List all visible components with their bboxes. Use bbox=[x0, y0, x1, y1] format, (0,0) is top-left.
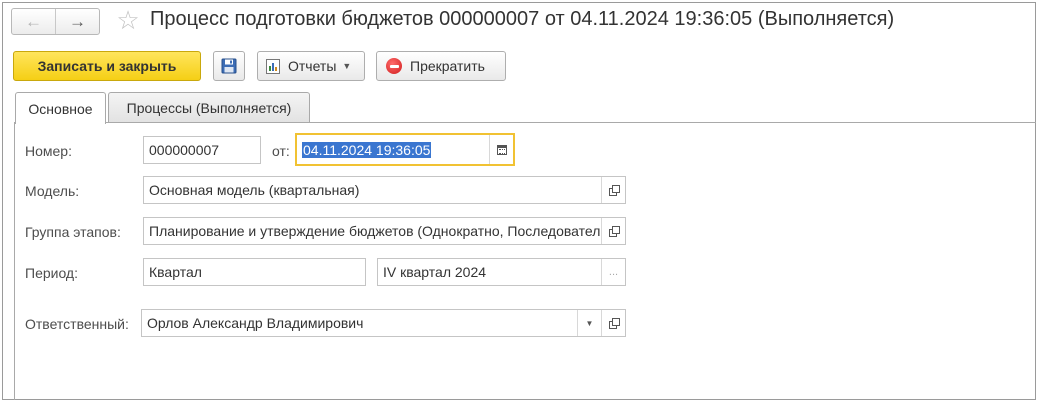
model-open-button[interactable] bbox=[601, 177, 625, 203]
tab-processes-label: Процессы (Выполняется) bbox=[126, 100, 292, 116]
number-label: Номер: bbox=[25, 143, 72, 159]
open-form-icon bbox=[608, 226, 620, 237]
period-field[interactable]: IV квартал 2024 ... bbox=[377, 258, 626, 286]
model-field[interactable]: Основная модель (квартальная) bbox=[143, 176, 626, 204]
save-button[interactable] bbox=[213, 51, 245, 81]
stop-button[interactable]: Прекратить bbox=[376, 51, 506, 81]
period-select-button[interactable]: ... bbox=[601, 259, 625, 285]
page-title: Процесс подготовки бюджетов 000000007 от… bbox=[150, 8, 895, 30]
stop-icon bbox=[386, 58, 402, 74]
chevron-down-icon: ▼ bbox=[342, 61, 352, 71]
stage-group-label: Группа этапов: bbox=[25, 224, 121, 240]
period-value: IV квартал 2024 bbox=[383, 264, 487, 280]
stop-label: Прекратить bbox=[410, 58, 485, 74]
calendar-button[interactable] bbox=[489, 135, 513, 164]
model-value: Основная модель (квартальная) bbox=[149, 182, 360, 198]
responsible-dropdown-button[interactable]: ▼ bbox=[577, 310, 601, 336]
reports-button[interactable]: Отчеты ▼ bbox=[257, 51, 365, 81]
content-border bbox=[14, 122, 15, 400]
reports-label: Отчеты bbox=[288, 58, 337, 74]
responsible-value: Орлов Александр Владимирович bbox=[147, 315, 364, 331]
favorite-star-icon[interactable]: ☆ bbox=[113, 5, 143, 35]
open-form-icon bbox=[608, 318, 620, 329]
tab-processes[interactable]: Процессы (Выполняется) bbox=[108, 92, 310, 123]
tab-divider bbox=[14, 122, 1036, 123]
arrow-left-icon: ← bbox=[25, 11, 42, 31]
period-label: Период: bbox=[25, 265, 78, 281]
tab-main[interactable]: Основное bbox=[15, 92, 106, 124]
report-chart-icon bbox=[266, 58, 280, 74]
tab-main-label: Основное bbox=[28, 100, 93, 117]
responsible-label: Ответственный: bbox=[25, 316, 129, 332]
number-value: 000000007 bbox=[149, 142, 220, 158]
open-form-icon bbox=[608, 185, 620, 196]
arrow-right-icon: → bbox=[69, 11, 86, 31]
model-label: Модель: bbox=[25, 183, 80, 199]
period-type-field[interactable]: Квартал bbox=[143, 258, 366, 286]
date-value: 04.11.2024 19:36:05 bbox=[302, 141, 432, 158]
stage-group-field[interactable]: Планирование и утверждение бюджетов (Одн… bbox=[143, 217, 626, 245]
stage-group-open-button[interactable] bbox=[601, 218, 625, 244]
from-label: от: bbox=[272, 143, 290, 159]
floppy-disk-icon bbox=[221, 58, 237, 74]
responsible-open-button[interactable] bbox=[601, 310, 625, 336]
back-button[interactable]: ← bbox=[12, 9, 55, 34]
date-field[interactable]: 04.11.2024 19:36:05 bbox=[295, 133, 515, 166]
forward-button[interactable]: → bbox=[55, 9, 99, 34]
save-and-close-label: Записать и закрыть bbox=[37, 58, 177, 74]
period-type-value: Квартал bbox=[149, 264, 202, 280]
save-and-close-button[interactable]: Записать и закрыть bbox=[13, 51, 201, 81]
responsible-field[interactable]: Орлов Александр Владимирович ▼ bbox=[141, 309, 626, 337]
navigation-group: ← → bbox=[11, 8, 100, 35]
number-field[interactable]: 000000007 bbox=[143, 136, 261, 164]
stage-group-value: Планирование и утверждение бюджетов (Одн… bbox=[149, 223, 601, 239]
calendar-icon bbox=[496, 144, 507, 155]
